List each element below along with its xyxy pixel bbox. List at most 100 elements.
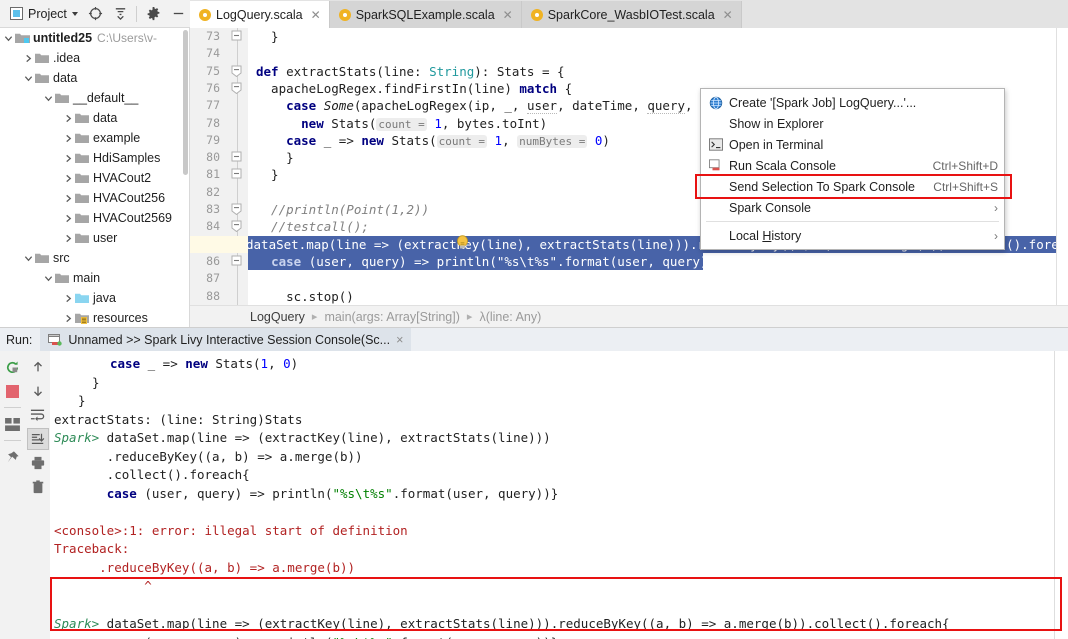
editor-gutter[interactable]: 73747576777879808182838485868788 <box>190 28 248 305</box>
code-line-80: } <box>256 149 294 166</box>
close-icon[interactable]: ✕ <box>503 8 513 22</box>
tree-node-src[interactable]: src <box>0 248 189 268</box>
editor-tab-0[interactable]: LogQuery.scala ✕ <box>190 1 330 28</box>
breadcrumb-item-0[interactable]: LogQuery <box>250 310 305 324</box>
tree-node-example[interactable]: example <box>0 128 189 148</box>
project-view-selector[interactable]: Project <box>6 5 82 23</box>
chevron-right-icon[interactable] <box>62 112 75 125</box>
chevron-right-icon[interactable] <box>62 292 75 305</box>
stop-icon[interactable] <box>2 380 24 402</box>
down-arrow-icon[interactable] <box>27 380 49 402</box>
project-tree[interactable]: untitled25C:\Users\v-.ideadata__default_… <box>0 28 190 328</box>
up-arrow-icon[interactable] <box>27 356 49 378</box>
chevron-down-icon[interactable] <box>22 252 35 265</box>
menu-item-create-spark-job[interactable]: Create '[Spark Job] LogQuery...'... <box>701 92 1004 113</box>
run-session-tab[interactable]: Unnamed >> Spark Livy Interactive Sessio… <box>40 328 411 352</box>
console-line-0: case _ => new Stats(1, 0) <box>110 355 298 374</box>
console-error-line: <console>:1: error: illegal start of def… <box>54 522 408 541</box>
menu-item-spark-console[interactable]: Spark Console › <box>701 197 1004 218</box>
menu-item-local-history[interactable]: Local History › <box>701 225 1004 246</box>
folder-icon <box>35 72 49 84</box>
code-line-83: //println(Point(1,2)) <box>256 201 429 218</box>
line-number: 86 <box>194 254 220 268</box>
editor-tab-1[interactable]: SparkSQLExample.scala✕ <box>330 1 522 28</box>
tree-node-hdisamples[interactable]: HdiSamples <box>0 148 189 168</box>
menu-item-show-in-explorer[interactable]: Show in Explorer <box>701 113 1004 134</box>
folder-icon <box>55 272 69 284</box>
line-number: 83 <box>194 202 220 216</box>
code-fold-marker[interactable] <box>231 220 244 233</box>
console-line-5: .reduceByKey((a, b) => a.merge(b)) <box>54 448 363 467</box>
tree-node-hvacout256[interactable]: HVACout256 <box>0 188 189 208</box>
chevron-right-icon[interactable] <box>62 212 75 225</box>
chevron-down-icon[interactable] <box>22 72 35 85</box>
line-number: 76 <box>194 81 220 95</box>
editor-tab-2[interactable]: SparkCore_WasbIOTest.scala✕ <box>522 1 742 28</box>
menu-item-send-selection-to-spark-console[interactable]: Send Selection To Spark Console Ctrl+Shi… <box>701 176 1004 197</box>
folder-icon <box>75 232 89 244</box>
code-fold-marker[interactable] <box>231 30 244 43</box>
rerun-icon[interactable] <box>2 356 24 378</box>
intention-bulb-icon[interactable] <box>396 218 409 233</box>
menu-item-run-scala-console[interactable]: Run Scala Console Ctrl+Shift+D <box>701 155 1004 176</box>
tree-node-hvacout2569[interactable]: HVACout2569 <box>0 208 189 228</box>
soft-wrap-icon[interactable] <box>27 404 49 426</box>
tree-node-label: HVACout256 <box>93 191 165 205</box>
menu-item-open-in-terminal[interactable]: Open in Terminal <box>701 134 1004 155</box>
close-icon[interactable]: ✕ <box>723 8 733 22</box>
code-fold-marker[interactable] <box>231 203 244 216</box>
tree-node-root[interactable]: untitled25C:\Users\v- <box>0 28 189 48</box>
module-folder-icon <box>15 32 29 44</box>
target-icon[interactable] <box>84 2 107 26</box>
tree-node-data[interactable]: data <box>0 68 189 88</box>
code-fold-marker[interactable] <box>231 82 244 95</box>
tree-node-java[interactable]: java <box>0 288 189 308</box>
tree-node-resources[interactable]: resources <box>0 308 189 328</box>
code-fold-marker[interactable] <box>231 255 244 268</box>
chevron-right-icon[interactable] <box>22 52 35 65</box>
tree-node-label: resources <box>93 311 148 325</box>
tree-scrollbar[interactable] <box>183 30 188 175</box>
code-fold-marker[interactable] <box>231 65 244 78</box>
chevron-right-icon[interactable] <box>62 132 75 145</box>
breadcrumb[interactable]: LogQuery ▸ main(args: Array[String]) ▸ λ… <box>190 305 1068 327</box>
chevron-right-icon[interactable] <box>62 232 75 245</box>
collapse-all-icon[interactable] <box>109 2 132 26</box>
scroll-to-end-icon[interactable] <box>27 428 49 450</box>
tree-node-label: HVACout2 <box>93 171 151 185</box>
chevron-down-icon[interactable] <box>42 92 55 105</box>
tree-node-default[interactable]: __default__ <box>0 88 189 108</box>
chevron-down-icon <box>72 12 78 16</box>
breadcrumb-item-1[interactable]: main(args: Array[String]) <box>324 310 459 324</box>
code-fold-marker[interactable] <box>231 168 244 181</box>
chevron-right-icon[interactable] <box>62 192 75 205</box>
layout-icon[interactable] <box>2 413 24 435</box>
chevron-down-icon[interactable] <box>2 32 15 45</box>
print-icon[interactable] <box>27 452 49 474</box>
chevron-right-icon[interactable] <box>62 172 75 185</box>
chevron-right-icon[interactable] <box>62 152 75 165</box>
breadcrumb-item-2[interactable]: λ(line: Any) <box>479 310 541 324</box>
code-fold-marker[interactable] <box>231 151 244 164</box>
trash-icon[interactable] <box>27 476 49 498</box>
tree-node-user[interactable]: user <box>0 228 189 248</box>
close-icon[interactable]: × <box>396 333 403 347</box>
editor-tab-label: LogQuery.scala <box>216 8 303 22</box>
chevron-right-icon[interactable] <box>62 312 75 325</box>
editor-marker-strip[interactable] <box>1056 28 1068 305</box>
tree-node-idea[interactable]: .idea <box>0 48 189 68</box>
close-icon[interactable]: ✕ <box>311 8 321 22</box>
tree-node-hvacout2[interactable]: HVACout2 <box>0 168 189 188</box>
pin-icon[interactable] <box>2 446 24 468</box>
folder-icon <box>75 212 89 224</box>
tree-node-main[interactable]: main <box>0 268 189 288</box>
menu-item-label: Create '[Spark Job] LogQuery...'... <box>729 96 998 110</box>
chevron-down-icon[interactable] <box>42 272 55 285</box>
minimize-icon[interactable] <box>167 2 190 26</box>
code-line-88: sc.stop() <box>256 288 354 305</box>
console-icon <box>48 334 62 346</box>
gear-icon[interactable] <box>142 2 165 26</box>
editor-context-menu[interactable]: Create '[Spark Job] LogQuery...'... Show… <box>700 88 1005 250</box>
scala-file-icon <box>339 9 351 21</box>
tree-node-data[interactable]: data <box>0 108 189 128</box>
